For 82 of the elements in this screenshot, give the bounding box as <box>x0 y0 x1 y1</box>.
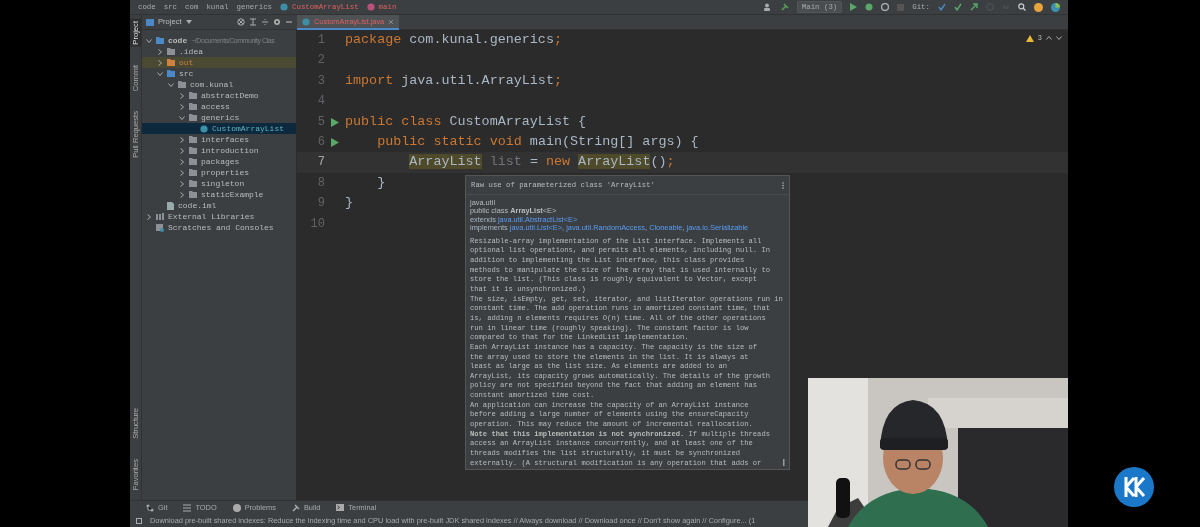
close-icon[interactable] <box>388 18 395 25</box>
channel-logo-icon <box>1114 467 1154 507</box>
line-number: 1 <box>317 33 325 47</box>
locate-icon[interactable] <box>237 18 245 26</box>
code-line: ArrayList list = new ArrayList(); <box>408 154 675 170</box>
method-icon <box>366 3 375 11</box>
chevron-right-icon[interactable] <box>179 169 185 176</box>
line-number: 5 <box>317 114 325 129</box>
line-number: 8 <box>317 175 325 190</box>
chevron-right-icon[interactable] <box>157 59 163 66</box>
chevron-down-icon[interactable] <box>179 114 185 121</box>
tree-item[interactable]: introduction <box>201 145 259 156</box>
minimize-icon[interactable] <box>285 18 293 26</box>
user-icon[interactable] <box>762 3 773 11</box>
chevron-right-icon[interactable] <box>179 136 185 143</box>
tree-item[interactable]: External Libraries <box>168 211 255 222</box>
chevron-right-icon[interactable] <box>157 48 163 55</box>
code-line: } <box>345 195 354 211</box>
tree-item[interactable]: code.iml <box>178 200 217 211</box>
class-icon <box>200 124 208 133</box>
hammer-icon[interactable] <box>780 3 789 11</box>
settings-icon[interactable] <box>273 18 281 26</box>
search-icon[interactable] <box>1018 3 1026 11</box>
tree-item[interactable]: staticExample <box>201 189 264 200</box>
branch-icon[interactable] <box>146 504 154 512</box>
run-icon[interactable] <box>850 3 858 11</box>
tree-item[interactable]: interfaces <box>201 134 249 145</box>
chevron-right-icon[interactable] <box>179 92 185 99</box>
code-line: } <box>376 174 386 190</box>
class-icon <box>280 3 289 11</box>
tree-item[interactable]: packages <box>201 156 240 167</box>
chevron-right-icon[interactable] <box>179 158 185 165</box>
line-number: 4 <box>317 94 325 109</box>
avatar-icon[interactable] <box>1034 2 1043 12</box>
chevron-right-icon[interactable] <box>146 213 152 220</box>
collapse-icon[interactable] <box>249 18 257 26</box>
line-number: 9 <box>317 196 325 211</box>
notification-icon <box>136 518 142 524</box>
run-icon[interactable] <box>331 117 339 127</box>
code-line: import java.util.ArrayList; <box>345 72 562 88</box>
chevron-up-icon[interactable] <box>1046 36 1052 40</box>
chevron-down-icon[interactable] <box>168 81 174 88</box>
chevron-right-icon[interactable] <box>179 180 185 187</box>
tree-item[interactable]: .idea <box>179 46 203 57</box>
code-line: package com.kunal.generics; <box>345 32 562 47</box>
tree-item[interactable]: singleton <box>201 178 245 189</box>
line-number: 3 <box>317 73 325 88</box>
class-icon <box>302 17 310 26</box>
list-icon[interactable] <box>183 504 192 512</box>
code-line: public class CustomArrayList { <box>345 113 587 129</box>
code-line: public static void main(String[] args) { <box>376 133 699 149</box>
chevron-right-icon[interactable] <box>179 191 185 198</box>
tree-item[interactable]: src <box>179 68 194 79</box>
chevron-down-icon[interactable] <box>1056 36 1062 40</box>
line-number: 7 <box>317 155 325 170</box>
terminal-icon[interactable] <box>336 504 345 512</box>
update-icon[interactable] <box>938 3 946 11</box>
push-icon[interactable] <box>970 3 978 11</box>
project-icon <box>146 18 154 26</box>
library-icon <box>156 213 164 220</box>
line-number: 2 <box>317 53 325 68</box>
run-icon[interactable] <box>331 137 339 147</box>
commit-icon[interactable] <box>954 3 962 11</box>
line-number: 10 <box>310 216 325 231</box>
tree-item[interactable]: properties <box>201 167 249 178</box>
chevron-right-icon[interactable] <box>179 103 185 110</box>
tree-item[interactable]: Scratches and Consoles <box>168 222 274 233</box>
avatar-icon[interactable] <box>1051 2 1060 12</box>
tree-item[interactable]: com.kunal <box>190 79 234 90</box>
chevron-down-icon[interactable] <box>146 37 152 44</box>
line-number: 6 <box>317 134 325 149</box>
tree-item[interactable]: out <box>179 57 194 68</box>
tree-item[interactable]: code <box>168 35 188 46</box>
file-icon <box>167 201 174 210</box>
dropdown-icon[interactable] <box>185 20 192 24</box>
tree-item[interactable]: abstractDemo <box>201 90 259 101</box>
tree-item[interactable]: generics <box>201 112 240 123</box>
chevron-down-icon[interactable] <box>157 70 163 77</box>
scratch-icon <box>156 223 164 232</box>
hammer-icon[interactable] <box>291 504 300 512</box>
chevron-right-icon[interactable] <box>179 147 185 154</box>
tree-item[interactable]: access <box>201 101 230 112</box>
